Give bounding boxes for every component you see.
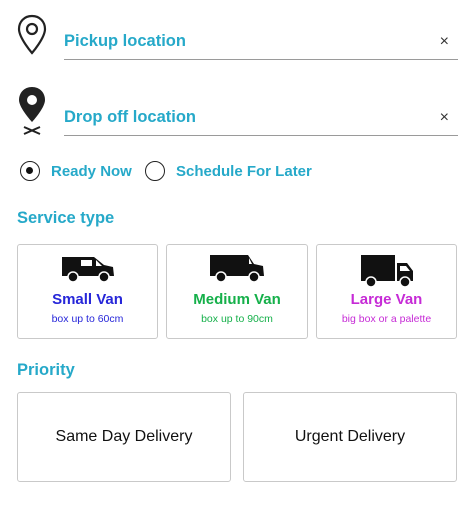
medium-van-name: Medium Van (193, 291, 281, 308)
small-van-name: Small Van (52, 291, 123, 308)
dropoff-location-field[interactable]: Drop off location × (64, 106, 458, 136)
large-truck-icon (359, 253, 415, 294)
small-van-icon (60, 253, 116, 288)
same-day-delivery-label: Same Day Delivery (55, 428, 193, 445)
small-van-detail: box up to 60cm (51, 313, 124, 325)
service-type-heading: Service type (17, 209, 115, 227)
small-van-option[interactable]: Small Van box up to 60cm (17, 244, 158, 339)
ready-now-label: Ready Now (51, 162, 132, 180)
drop-pin-icon (16, 86, 48, 141)
timing-radio-group: Ready Now Schedule For Later (0, 158, 467, 186)
schedule-later-radio[interactable]: Schedule For Later (145, 161, 312, 181)
pickup-location-label: Pickup location (64, 32, 186, 50)
urgent-delivery-option[interactable]: Urgent Delivery (243, 392, 457, 482)
dropoff-location-label: Drop off location (64, 108, 196, 126)
pickup-location-field[interactable]: Pickup location × (64, 30, 458, 60)
medium-van-option[interactable]: Medium Van box up to 90cm (166, 244, 308, 339)
schedule-later-label: Schedule For Later (176, 162, 312, 180)
medium-van-icon (208, 253, 266, 288)
priority-heading: Priority (17, 361, 75, 379)
medium-van-detail: box up to 90cm (201, 313, 273, 325)
ready-now-radio[interactable]: Ready Now (20, 161, 132, 181)
pickup-row: Pickup location × (0, 12, 467, 64)
urgent-delivery-label: Urgent Delivery (294, 428, 406, 445)
large-van-option[interactable]: Large Van big box or a palette (316, 244, 457, 339)
radio-unchecked-icon (145, 161, 165, 181)
map-pin-icon (16, 14, 48, 61)
large-van-detail: big box or a palette (341, 313, 432, 325)
clear-dropoff-icon[interactable]: × (440, 110, 449, 126)
clear-pickup-icon[interactable]: × (440, 34, 449, 50)
same-day-delivery-option[interactable]: Same Day Delivery (17, 392, 231, 482)
dropoff-row: Drop off location × (0, 84, 467, 138)
radio-checked-icon (20, 161, 40, 181)
large-van-name: Large Van (350, 291, 423, 308)
